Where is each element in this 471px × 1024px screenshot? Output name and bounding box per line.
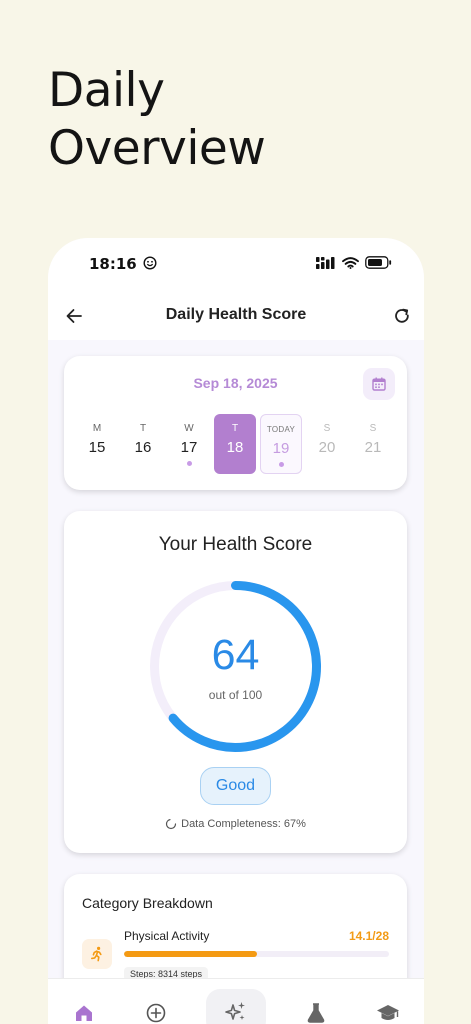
day-cell[interactable]: S 20 <box>306 414 348 474</box>
refresh-icon <box>395 308 409 323</box>
bottom-nav <box>48 978 424 1024</box>
smiley-icon <box>143 256 157 270</box>
category-progress-track <box>124 951 389 957</box>
calendar-icon <box>372 377 386 391</box>
day-letter: TODAY <box>266 425 296 434</box>
status-time: 18:16 <box>89 255 157 273</box>
nav-home[interactable] <box>70 1001 98 1024</box>
category-breakdown-title: Category Breakdown <box>82 895 213 911</box>
status-icons <box>316 256 392 269</box>
day-letter: S <box>369 423 377 434</box>
wifi-icon <box>342 256 359 269</box>
battery-icon <box>365 256 392 269</box>
cellular-signal-icon <box>316 256 335 269</box>
date-selector-card: Sep 18, 2025 M 15 T 16 W 17 T 18 TODAY 1… <box>64 356 407 490</box>
data-indicator-dot <box>278 462 284 467</box>
flask-icon <box>307 1003 325 1023</box>
day-number: 19 <box>272 440 290 457</box>
day-letter: T <box>139 423 147 434</box>
data-completeness: Data Completeness: 67% <box>64 818 407 830</box>
data-indicator-dot <box>186 461 192 466</box>
day-number: 20 <box>318 439 336 456</box>
day-cell-today[interactable]: TODAY 19 <box>260 414 302 474</box>
category-progress-fill <box>124 951 258 957</box>
health-score-title: Your Health Score <box>158 534 313 555</box>
day-strip: M 15 T 16 W 17 T 18 TODAY 19 S 20 S 21 <box>76 414 396 474</box>
plus-circle-icon <box>146 1003 166 1023</box>
home-icon <box>76 1005 92 1021</box>
score-value: 64 <box>211 631 260 679</box>
day-cell[interactable]: T 16 <box>122 414 164 474</box>
nav-learn[interactable] <box>374 1001 402 1024</box>
nav-add[interactable] <box>142 1001 170 1024</box>
data-completeness-label: Data Completeness: 67% <box>181 818 306 830</box>
score-rating-badge: Good <box>200 767 271 805</box>
app-bar-title: Daily Health Score <box>165 306 307 323</box>
day-letter: W <box>184 423 194 434</box>
refresh-button[interactable] <box>388 302 416 330</box>
health-score-card: Your Health Score 64 out of 100 Good Dat… <box>64 511 407 853</box>
nav-lab[interactable] <box>302 1001 330 1024</box>
day-cell[interactable]: W 17 <box>168 414 210 474</box>
sparkles-icon <box>225 1002 245 1020</box>
headline-line-1: Daily <box>48 63 165 118</box>
day-number: 16 <box>134 439 152 456</box>
day-number: 21 <box>364 439 382 456</box>
category-value: 14.1/28 <box>348 929 389 943</box>
status-bar: 18:16 <box>48 238 424 292</box>
day-letter: M <box>92 423 102 434</box>
calendar-button[interactable] <box>363 368 395 400</box>
headline-line-2: Overview <box>48 121 266 176</box>
running-icon <box>82 939 112 969</box>
progress-ring-icon <box>166 818 177 830</box>
day-number: 17 <box>180 439 198 456</box>
day-cell-selected[interactable]: T 18 <box>214 414 256 474</box>
page-headline: Daily Overview <box>48 62 266 178</box>
day-letter: T <box>231 423 239 434</box>
score-max-label: out of 100 <box>208 688 263 702</box>
day-cell[interactable]: M 15 <box>76 414 118 474</box>
day-cell[interactable]: S 21 <box>352 414 394 474</box>
nav-ai-assistant[interactable] <box>206 989 266 1024</box>
phone-screen: 18:16 Daily Health Score Sep 18, 2025 M … <box>48 238 424 1024</box>
day-letter: S <box>323 423 331 434</box>
category-name: Physical Activity <box>124 929 210 943</box>
selected-date-label: Sep 18, 2025 <box>193 375 278 391</box>
day-number: 18 <box>226 439 244 456</box>
app-bar: Daily Health Score <box>48 292 424 340</box>
day-number: 15 <box>88 439 106 456</box>
graduation-cap-icon <box>377 1005 399 1020</box>
